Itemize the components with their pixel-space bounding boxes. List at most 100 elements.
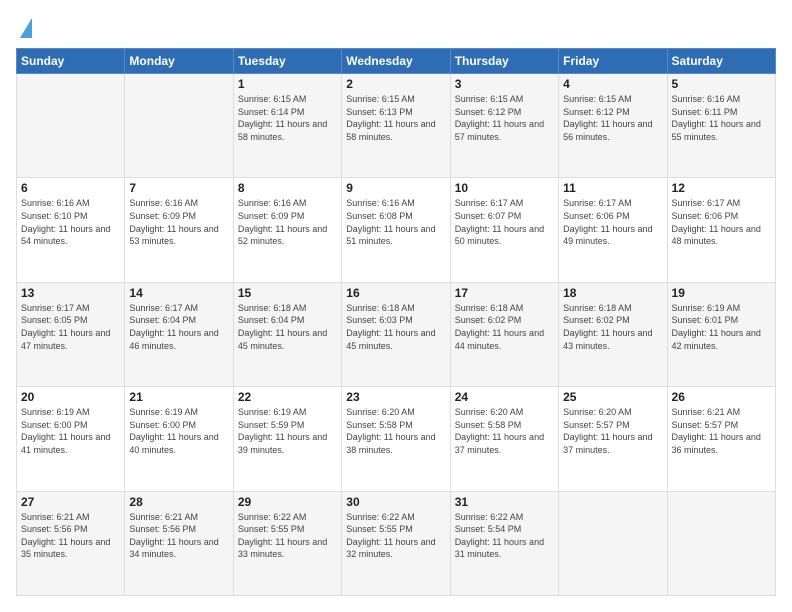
calendar-cell: 3Sunrise: 6:15 AM Sunset: 6:12 PM Daylig… bbox=[450, 74, 558, 178]
col-header-tuesday: Tuesday bbox=[233, 49, 341, 74]
day-info: Sunrise: 6:22 AM Sunset: 5:54 PM Dayligh… bbox=[455, 511, 554, 561]
calendar-cell: 23Sunrise: 6:20 AM Sunset: 5:58 PM Dayli… bbox=[342, 387, 450, 491]
calendar-cell: 16 Sunrise: 6:18 AM Sunset: 6:03 PM Dayli… bbox=[342, 282, 450, 386]
calendar-cell: 13 Sunrise: 6:17 AM Sunset: 6:05 PM Dayli… bbox=[17, 282, 125, 386]
day-number: 5 bbox=[672, 77, 771, 91]
day-number: 2 bbox=[346, 77, 445, 91]
day-number: 26 bbox=[672, 390, 771, 404]
logo bbox=[16, 16, 32, 38]
day-number: 18 bbox=[563, 286, 662, 300]
calendar-cell: 22 Sunrise: 6:19 AM Sunset: 5:59 PM Dayli… bbox=[233, 387, 341, 491]
day-info: Sunrise: 6:20 AM Sunset: 5:58 PM Dayligh… bbox=[346, 406, 445, 456]
day-number: 11 bbox=[563, 181, 662, 195]
calendar-cell: 19Sunrise: 6:19 AM Sunset: 6:01 PM Dayli… bbox=[667, 282, 775, 386]
day-info: Sunrise: 6:16 AM Sunset: 6:11 PM Dayligh… bbox=[672, 93, 771, 143]
day-number: 31 bbox=[455, 495, 554, 509]
day-number: 4 bbox=[563, 77, 662, 91]
calendar-cell: 27 Sunrise: 6:21 AM Sunset: 5:56 PM Dayli… bbox=[17, 491, 125, 595]
day-number: 14 bbox=[129, 286, 228, 300]
day-info: Sunrise: 6:16 AM Sunset: 6:09 PM Dayligh… bbox=[129, 197, 228, 247]
day-info: Sunrise: 6:18 AM Sunset: 6:03 PM Dayligh… bbox=[346, 302, 445, 352]
calendar-cell: 26Sunrise: 6:21 AM Sunset: 5:57 PM Dayli… bbox=[667, 387, 775, 491]
day-number: 8 bbox=[238, 181, 337, 195]
day-number: 29 bbox=[238, 495, 337, 509]
calendar-cell: 11 Sunrise: 6:17 AM Sunset: 6:06 PM Dayli… bbox=[559, 178, 667, 282]
day-info: Sunrise: 6:18 AM Sunset: 6:04 PM Dayligh… bbox=[238, 302, 337, 352]
day-number: 13 bbox=[21, 286, 120, 300]
calendar-cell bbox=[17, 74, 125, 178]
day-number: 20 bbox=[21, 390, 120, 404]
calendar-cell: 17 Sunrise: 6:18 AM Sunset: 6:02 PM Dayli… bbox=[450, 282, 558, 386]
calendar-cell: 15 Sunrise: 6:18 AM Sunset: 6:04 PM Dayli… bbox=[233, 282, 341, 386]
day-info: Sunrise: 6:17 AM Sunset: 6:07 PM Dayligh… bbox=[455, 197, 554, 247]
day-number: 30 bbox=[346, 495, 445, 509]
calendar-week-row: 20 Sunrise: 6:19 AM Sunset: 6:00 PM Dayli… bbox=[17, 387, 776, 491]
calendar-cell bbox=[125, 74, 233, 178]
calendar-cell: 21Sunrise: 6:19 AM Sunset: 6:00 PM Dayli… bbox=[125, 387, 233, 491]
col-header-thursday: Thursday bbox=[450, 49, 558, 74]
day-info: Sunrise: 6:17 AM Sunset: 6:06 PM Dayligh… bbox=[672, 197, 771, 247]
day-info: Sunrise: 6:17 AM Sunset: 6:06 PM Dayligh… bbox=[563, 197, 662, 247]
calendar-week-row: 1Sunrise: 6:15 AM Sunset: 6:14 PM Daylig… bbox=[17, 74, 776, 178]
day-info: Sunrise: 6:20 AM Sunset: 5:58 PM Dayligh… bbox=[455, 406, 554, 456]
calendar-cell: 4 Sunrise: 6:15 AM Sunset: 6:12 PM Daylig… bbox=[559, 74, 667, 178]
day-info: Sunrise: 6:16 AM Sunset: 6:08 PM Dayligh… bbox=[346, 197, 445, 247]
day-number: 27 bbox=[21, 495, 120, 509]
day-info: Sunrise: 6:19 AM Sunset: 6:00 PM Dayligh… bbox=[129, 406, 228, 456]
day-number: 12 bbox=[672, 181, 771, 195]
day-number: 15 bbox=[238, 286, 337, 300]
day-info: Sunrise: 6:19 AM Sunset: 5:59 PM Dayligh… bbox=[238, 406, 337, 456]
calendar-cell: 2 Sunrise: 6:15 AM Sunset: 6:13 PM Daylig… bbox=[342, 74, 450, 178]
calendar-cell: 5 Sunrise: 6:16 AM Sunset: 6:11 PM Daylig… bbox=[667, 74, 775, 178]
calendar-cell: 25Sunrise: 6:20 AM Sunset: 5:57 PM Dayli… bbox=[559, 387, 667, 491]
day-info: Sunrise: 6:16 AM Sunset: 6:09 PM Dayligh… bbox=[238, 197, 337, 247]
calendar-cell: 30 Sunrise: 6:22 AM Sunset: 5:55 PM Dayli… bbox=[342, 491, 450, 595]
calendar-cell: 1Sunrise: 6:15 AM Sunset: 6:14 PM Daylig… bbox=[233, 74, 341, 178]
calendar-cell: 28 Sunrise: 6:21 AM Sunset: 5:56 PM Dayli… bbox=[125, 491, 233, 595]
day-info: Sunrise: 6:15 AM Sunset: 6:12 PM Dayligh… bbox=[563, 93, 662, 143]
calendar-cell: 18 Sunrise: 6:18 AM Sunset: 6:02 PM Dayli… bbox=[559, 282, 667, 386]
day-info: Sunrise: 6:17 AM Sunset: 6:04 PM Dayligh… bbox=[129, 302, 228, 352]
day-number: 1 bbox=[238, 77, 337, 91]
calendar-cell: 12 Sunrise: 6:17 AM Sunset: 6:06 PM Dayli… bbox=[667, 178, 775, 282]
day-number: 17 bbox=[455, 286, 554, 300]
calendar-week-row: 6 Sunrise: 6:16 AM Sunset: 6:10 PM Daylig… bbox=[17, 178, 776, 282]
calendar-cell: 6 Sunrise: 6:16 AM Sunset: 6:10 PM Daylig… bbox=[17, 178, 125, 282]
day-info: Sunrise: 6:16 AM Sunset: 6:10 PM Dayligh… bbox=[21, 197, 120, 247]
day-number: 28 bbox=[129, 495, 228, 509]
calendar-cell: 14 Sunrise: 6:17 AM Sunset: 6:04 PM Dayli… bbox=[125, 282, 233, 386]
day-info: Sunrise: 6:22 AM Sunset: 5:55 PM Dayligh… bbox=[346, 511, 445, 561]
calendar-cell bbox=[559, 491, 667, 595]
day-info: Sunrise: 6:19 AM Sunset: 6:00 PM Dayligh… bbox=[21, 406, 120, 456]
day-number: 24 bbox=[455, 390, 554, 404]
day-info: Sunrise: 6:15 AM Sunset: 6:12 PM Dayligh… bbox=[455, 93, 554, 143]
col-header-saturday: Saturday bbox=[667, 49, 775, 74]
col-header-sunday: Sunday bbox=[17, 49, 125, 74]
calendar-cell: 8 Sunrise: 6:16 AM Sunset: 6:09 PM Daylig… bbox=[233, 178, 341, 282]
day-number: 10 bbox=[455, 181, 554, 195]
day-info: Sunrise: 6:18 AM Sunset: 6:02 PM Dayligh… bbox=[455, 302, 554, 352]
day-info: Sunrise: 6:15 AM Sunset: 6:13 PM Dayligh… bbox=[346, 93, 445, 143]
day-number: 9 bbox=[346, 181, 445, 195]
calendar-cell bbox=[667, 491, 775, 595]
day-info: Sunrise: 6:17 AM Sunset: 6:05 PM Dayligh… bbox=[21, 302, 120, 352]
day-number: 7 bbox=[129, 181, 228, 195]
calendar-cell: 9 Sunrise: 6:16 AM Sunset: 6:08 PM Daylig… bbox=[342, 178, 450, 282]
logo-triangle-icon bbox=[20, 18, 32, 38]
col-header-friday: Friday bbox=[559, 49, 667, 74]
calendar-table: SundayMondayTuesdayWednesdayThursdayFrid… bbox=[16, 48, 776, 596]
calendar-week-row: 13 Sunrise: 6:17 AM Sunset: 6:05 PM Dayli… bbox=[17, 282, 776, 386]
day-number: 6 bbox=[21, 181, 120, 195]
col-header-monday: Monday bbox=[125, 49, 233, 74]
calendar-cell: 20 Sunrise: 6:19 AM Sunset: 6:00 PM Dayli… bbox=[17, 387, 125, 491]
day-info: Sunrise: 6:21 AM Sunset: 5:56 PM Dayligh… bbox=[129, 511, 228, 561]
calendar-cell: 29Sunrise: 6:22 AM Sunset: 5:55 PM Dayli… bbox=[233, 491, 341, 595]
calendar-week-row: 27 Sunrise: 6:21 AM Sunset: 5:56 PM Dayli… bbox=[17, 491, 776, 595]
day-number: 16 bbox=[346, 286, 445, 300]
day-number: 22 bbox=[238, 390, 337, 404]
day-info: Sunrise: 6:18 AM Sunset: 6:02 PM Dayligh… bbox=[563, 302, 662, 352]
calendar-cell: 10 Sunrise: 6:17 AM Sunset: 6:07 PM Dayli… bbox=[450, 178, 558, 282]
day-info: Sunrise: 6:21 AM Sunset: 5:56 PM Dayligh… bbox=[21, 511, 120, 561]
day-number: 19 bbox=[672, 286, 771, 300]
day-number: 25 bbox=[563, 390, 662, 404]
